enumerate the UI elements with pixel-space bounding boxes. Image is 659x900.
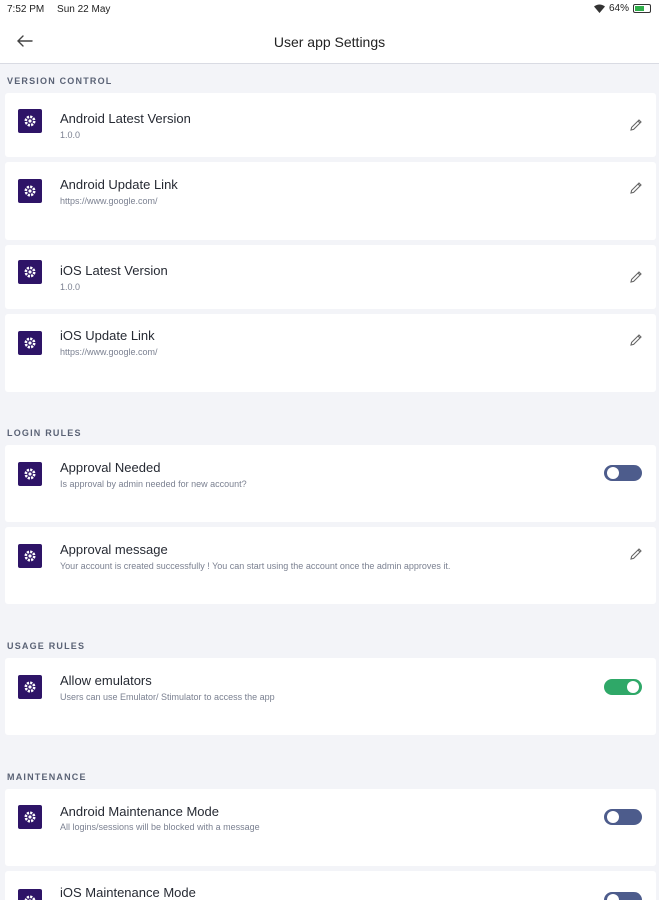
toggle-knob — [607, 811, 619, 823]
status-bar: 7:52 PM Sun 22 May 64% — [0, 0, 659, 20]
toggle-knob — [607, 467, 619, 479]
setting-title: Android Update Link — [60, 177, 178, 192]
toggle-knob — [627, 681, 639, 693]
toggle-knob — [607, 894, 619, 900]
allow-emulators-toggle[interactable] — [604, 679, 642, 695]
battery-percent: 64% — [608, 3, 629, 14]
setting-title: iOS Latest Version — [60, 263, 168, 278]
pencil-icon[interactable] — [628, 117, 644, 133]
setting-value: https://www.google.com/ — [60, 196, 158, 206]
setting-ios-maintenance-mode[interactable]: iOS Maintenance Mode — [5, 871, 656, 900]
gear-icon — [18, 260, 42, 284]
setting-title: Android Latest Version — [60, 111, 191, 126]
pencil-icon[interactable] — [628, 180, 644, 196]
setting-approval-needed[interactable]: Approval Needed Is approval by admin nee… — [5, 445, 656, 522]
setting-description: All logins/sessions will be blocked with… — [60, 822, 260, 832]
gear-icon — [18, 109, 42, 133]
battery-icon — [633, 4, 651, 13]
pencil-icon[interactable] — [628, 332, 644, 348]
gear-icon — [18, 544, 42, 568]
setting-title: iOS Maintenance Mode — [60, 885, 196, 900]
setting-value: 1.0.0 — [60, 130, 81, 140]
setting-title: Android Maintenance Mode — [60, 804, 219, 819]
setting-approval-message[interactable]: Approval message Your account is created… — [5, 527, 656, 604]
setting-allow-emulators[interactable]: Allow emulators Users can use Emulator/ … — [5, 658, 656, 735]
gear-icon — [18, 462, 42, 486]
setting-android-update-link[interactable]: Android Update Link https://www.google.c… — [5, 162, 656, 240]
section-header-version-control: VERSION CONTROL — [7, 76, 113, 86]
setting-title: iOS Update Link — [60, 328, 155, 343]
section-header-usage-rules: USAGE RULES — [7, 641, 86, 651]
page-title: User app Settings — [273, 34, 386, 50]
gear-icon — [18, 331, 42, 355]
setting-title: Approval message — [60, 542, 168, 557]
gear-icon — [18, 675, 42, 699]
setting-ios-update-link[interactable]: iOS Update Link https://www.google.com/ — [5, 314, 656, 392]
setting-title: Approval Needed — [60, 460, 161, 475]
android-maintenance-toggle[interactable] — [604, 809, 642, 825]
setting-value: 1.0.0 — [60, 282, 81, 292]
setting-ios-latest-version[interactable]: iOS Latest Version 1.0.0 — [5, 245, 656, 309]
gear-icon — [18, 805, 42, 829]
setting-title: Allow emulators — [60, 673, 152, 688]
setting-description: Users can use Emulator/ Stimulator to ac… — [60, 692, 275, 702]
status-date: Sun 22 May — [57, 4, 111, 15]
gear-icon — [18, 889, 42, 900]
pencil-icon[interactable] — [628, 546, 644, 562]
wifi-icon — [593, 4, 605, 13]
pencil-icon[interactable] — [628, 269, 644, 285]
setting-description: Is approval by admin needed for new acco… — [60, 479, 247, 489]
setting-value: Your account is created successfully ! Y… — [60, 561, 451, 571]
gear-icon — [18, 179, 42, 203]
section-header-maintenance: MAINTENANCE — [7, 772, 87, 782]
approval-needed-toggle[interactable] — [604, 465, 642, 481]
app-bar: User app Settings — [0, 20, 659, 64]
ios-maintenance-toggle[interactable] — [604, 892, 642, 900]
battery-level-fill — [635, 6, 644, 11]
setting-android-latest-version[interactable]: Android Latest Version 1.0.0 — [5, 93, 656, 157]
section-header-login-rules: LOGIN RULES — [7, 428, 82, 438]
setting-value: https://www.google.com/ — [60, 347, 158, 357]
setting-android-maintenance-mode[interactable]: Android Maintenance Mode All logins/sess… — [5, 789, 656, 866]
status-time: 7:52 PM — [7, 4, 45, 15]
